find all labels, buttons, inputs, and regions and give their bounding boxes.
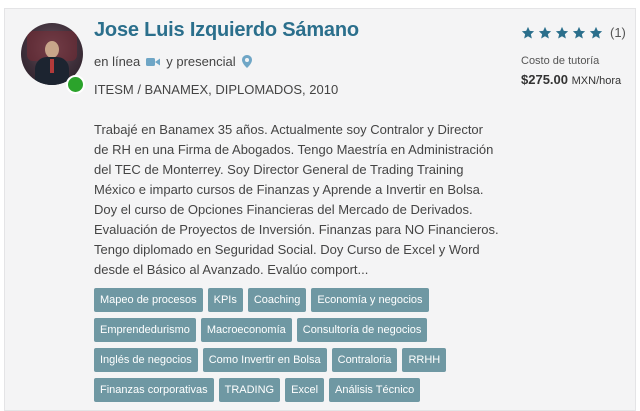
- tag-analisis-tecnico[interactable]: Análisis Técnico: [329, 378, 421, 402]
- price-amount: $275.00: [521, 72, 568, 87]
- tag-coaching[interactable]: Coaching: [247, 288, 307, 312]
- teaching-mode: en línea y presencial: [94, 54, 252, 69]
- tag-como-invertir-en-bolsa[interactable]: Como Invertir en Bolsa: [202, 348, 327, 372]
- price: $275.00 MXN/hora: [521, 72, 621, 87]
- tag-rrhh[interactable]: RRHH: [402, 348, 447, 372]
- tutor-bio: Trabajé en Banamex 35 años. Actualmente …: [94, 122, 499, 277]
- in-person-label: y presencial: [166, 54, 236, 69]
- rating: (1): [521, 25, 626, 40]
- tag-kpis[interactable]: KPIs: [207, 288, 243, 312]
- tag-contraloria[interactable]: Contraloria: [331, 348, 398, 372]
- tutor-card[interactable]: Jose Luis Izquierdo Sámano en línea y pr…: [4, 8, 636, 411]
- tag-emprendedurismo[interactable]: Emprendedurismo: [94, 318, 196, 342]
- tag-excel[interactable]: Excel: [285, 378, 325, 402]
- price-unit: MXN/hora: [571, 75, 622, 87]
- price-label: Costo de tutoría: [521, 55, 600, 67]
- star-icon: [538, 26, 552, 39]
- education: ITESM / BANAMEX, DIPLOMADOS, 2010: [94, 82, 339, 97]
- tutor-name[interactable]: Jose Luis Izquierdo Sámano: [94, 19, 359, 42]
- subject-tags: Mapeo de procesos KPIs Coaching Economía…: [94, 288, 524, 402]
- video-camera-icon: [146, 57, 161, 67]
- tag-trading[interactable]: TRADING: [218, 378, 281, 402]
- tag-economia-y-negocios[interactable]: Economía y negocios: [311, 288, 429, 312]
- map-pin-icon: [241, 55, 252, 68]
- tag-consultoria-de-negocios[interactable]: Consultoría de negocios: [296, 318, 428, 342]
- rating-count[interactable]: (1): [610, 25, 626, 40]
- star-icon: [521, 26, 535, 39]
- tag-macroeconomia[interactable]: Macroeconomía: [200, 318, 292, 342]
- tag-finanzas-corporativas[interactable]: Finanzas corporativas: [94, 378, 214, 402]
- star-icon: [572, 26, 586, 39]
- star-icon: [555, 26, 569, 39]
- online-label: en línea: [94, 54, 141, 69]
- star-icon: [589, 26, 603, 39]
- online-status-icon: [66, 75, 85, 94]
- tag-mapeo-de-procesos[interactable]: Mapeo de procesos: [94, 288, 203, 312]
- tag-ingles-de-negocios[interactable]: Inglés de negocios: [94, 348, 198, 372]
